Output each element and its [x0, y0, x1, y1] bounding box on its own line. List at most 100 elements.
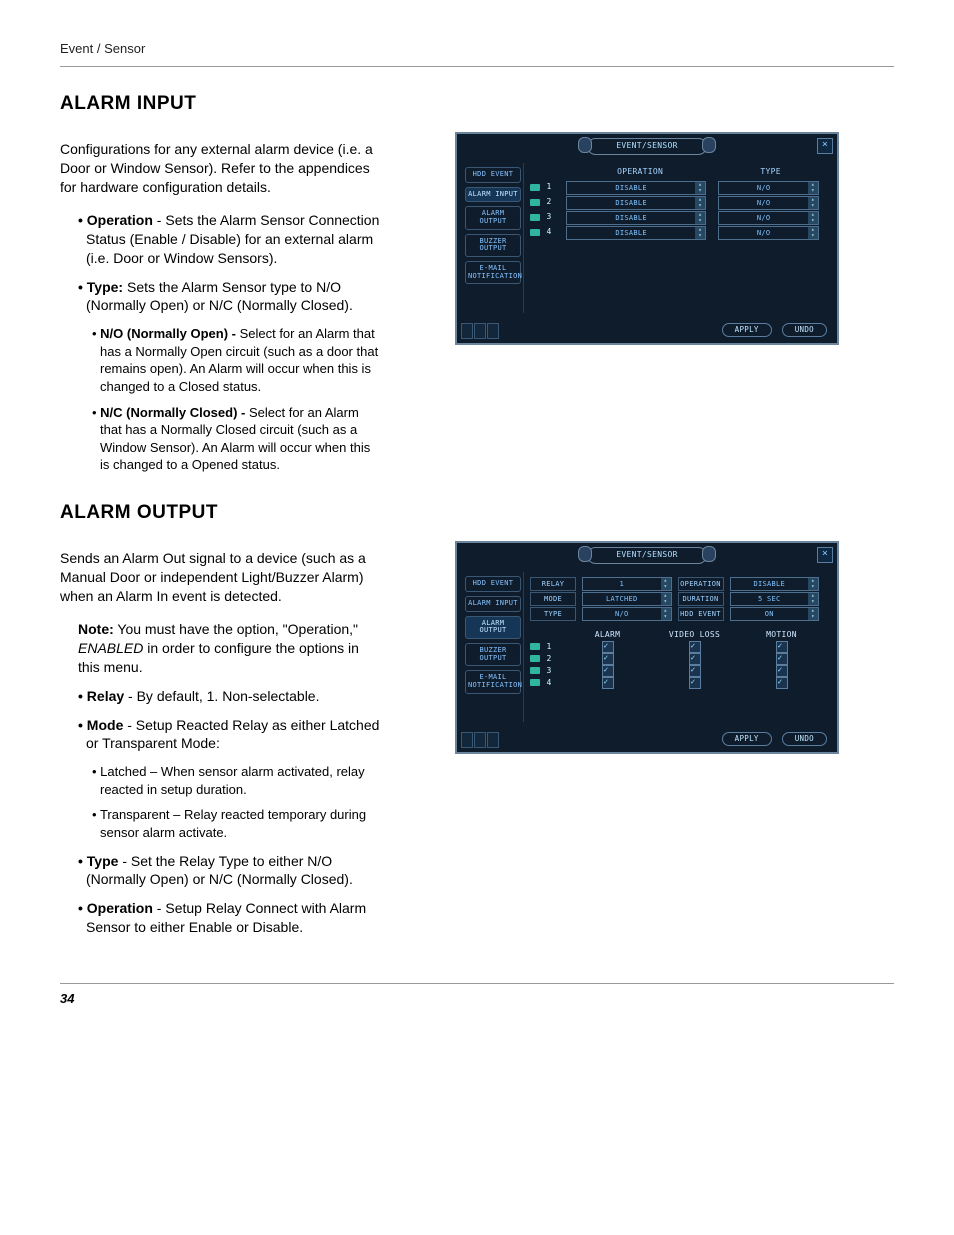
type-select[interactable]: N/O [718, 181, 819, 195]
camera-icon [530, 679, 540, 686]
channel-number: 4 [544, 227, 554, 238]
bullet-no: N/O (Normally Open) - Select for an Alar… [92, 325, 380, 395]
channel-number: 2 [544, 654, 554, 665]
sidebar-item-email-notification[interactable]: E-MAIL NOTIFICATION [465, 670, 521, 693]
duration-label: DURATION [678, 592, 724, 606]
checkbox[interactable] [776, 641, 788, 653]
figure-alarm-input: EVENT/SENSOR × HDD EVENT ALARM INPUT ALA… [455, 132, 839, 345]
operation-select[interactable]: DISABLE [566, 211, 706, 225]
alarm-output-note: Note: You must have the option, "Operati… [60, 620, 380, 677]
camera-icon [530, 184, 540, 191]
close-icon[interactable]: × [817, 547, 833, 563]
grid-header: ALARM [564, 630, 651, 641]
sidebar-item-hdd-event[interactable]: HDD EVENT [465, 167, 521, 183]
grid-row: 4 [530, 677, 825, 689]
operation-label: OPERATION [678, 577, 724, 591]
alarm-input-heading: ALARM INPUT [60, 91, 894, 117]
camera-icon [530, 229, 540, 236]
bullet-mode: Mode - Setup Reacted Relay as either Lat… [78, 716, 380, 754]
grid-header: VIDEO LOSS [651, 630, 738, 641]
camera-icon [530, 667, 540, 674]
sidebar-item-alarm-input[interactable]: ALARM INPUT [465, 187, 521, 203]
alarm-output-intro: Sends an Alarm Out signal to a device (s… [60, 549, 380, 606]
operation-select[interactable]: DISABLE [730, 577, 820, 591]
page-header: Event / Sensor [60, 40, 894, 67]
sidebar-item-email-notification[interactable]: E-MAIL NOTIFICATION [465, 261, 521, 284]
grid-header: MOTION [738, 630, 825, 641]
checkbox[interactable] [689, 677, 701, 689]
alarm-input-row: 2 DISABLE N/O [530, 196, 825, 210]
checkbox[interactable] [689, 641, 701, 653]
page-number: 34 [60, 983, 894, 1008]
camera-icon [530, 214, 540, 221]
bullet-type-out: Type - Set the Relay Type to either N/O … [78, 852, 380, 890]
camera-icon [530, 199, 540, 206]
checkbox[interactable] [776, 653, 788, 665]
panel-title: EVENT/SENSOR [587, 138, 706, 155]
bullet-operation-out: Operation - Setup Relay Connect with Ala… [78, 899, 380, 937]
sidebar-item-buzzer-output[interactable]: BUZZER OUTPUT [465, 643, 521, 666]
type-label: TYPE [530, 607, 576, 621]
apply-button[interactable]: APPLY [722, 732, 772, 746]
grid-row: 3 [530, 665, 825, 677]
col-operation: OPERATION [564, 167, 716, 178]
alarm-input-row: 1 DISABLE N/O [530, 181, 825, 195]
grid-row: 1 [530, 641, 825, 653]
camera-icon [530, 643, 540, 650]
panel-sidebar: HDD EVENT ALARM INPUT ALARM OUTPUT BUZZE… [463, 163, 524, 313]
col-type: TYPE [716, 167, 825, 178]
mode-select[interactable]: LATCHED [582, 592, 672, 606]
channel-number: 4 [544, 678, 554, 689]
sidebar-item-buzzer-output[interactable]: BUZZER OUTPUT [465, 234, 521, 257]
checkbox[interactable] [776, 677, 788, 689]
checkbox[interactable] [602, 677, 614, 689]
sidebar-item-alarm-output[interactable]: ALARM OUTPUT [465, 616, 521, 639]
figure-alarm-output: EVENT/SENSOR × HDD EVENT ALARM INPUT ALA… [455, 541, 839, 754]
operation-select[interactable]: DISABLE [566, 181, 706, 195]
bullet-mode-transparent: Transparent – Relay reacted temporary du… [92, 806, 380, 841]
relay-label: RELAY [530, 577, 576, 591]
alarm-input-row: 4 DISABLE N/O [530, 226, 825, 240]
channel-number: 1 [544, 642, 554, 653]
checkbox[interactable] [602, 665, 614, 677]
bullet-nc: N/C (Normally Closed) - Select for an Al… [92, 404, 380, 474]
hdd-event-select[interactable]: ON [730, 607, 820, 621]
alarm-output-heading: ALARM OUTPUT [60, 500, 894, 526]
alarm-input-intro: Configurations for any external alarm de… [60, 140, 380, 197]
checkbox[interactable] [689, 653, 701, 665]
type-select[interactable]: N/O [718, 196, 819, 210]
checkbox[interactable] [602, 653, 614, 665]
duration-select[interactable]: 5 SEC [730, 592, 820, 606]
sidebar-item-hdd-event[interactable]: HDD EVENT [465, 576, 521, 592]
apply-button[interactable]: APPLY [722, 323, 772, 337]
sidebar-item-alarm-output[interactable]: ALARM OUTPUT [465, 206, 521, 229]
camera-icon [530, 655, 540, 662]
checkbox[interactable] [602, 641, 614, 653]
panel-sidebar: HDD EVENT ALARM INPUT ALARM OUTPUT BUZZE… [463, 572, 524, 722]
relay-select[interactable]: 1 [582, 577, 672, 591]
alarm-input-row: 3 DISABLE N/O [530, 211, 825, 225]
bullet-relay: Relay - By default, 1. Non-selectable. [78, 687, 380, 706]
undo-button[interactable]: UNDO [782, 732, 827, 746]
channel-number: 3 [544, 212, 554, 223]
hdd-event-label: HDD EVENT [678, 607, 724, 621]
checkbox[interactable] [776, 665, 788, 677]
undo-button[interactable]: UNDO [782, 323, 827, 337]
grid-row: 2 [530, 653, 825, 665]
operation-select[interactable]: DISABLE [566, 196, 706, 210]
close-icon[interactable]: × [817, 138, 833, 154]
bullet-type: Type: Sets the Alarm Sensor type to N/O … [78, 278, 380, 316]
mode-label: MODE [530, 592, 576, 606]
panel-title: EVENT/SENSOR [587, 547, 706, 564]
channel-number: 3 [544, 666, 554, 677]
type-select[interactable]: N/O [718, 211, 819, 225]
sidebar-item-alarm-input[interactable]: ALARM INPUT [465, 596, 521, 612]
bullet-operation: Operation - Sets the Alarm Sensor Connec… [78, 211, 380, 268]
operation-select[interactable]: DISABLE [566, 226, 706, 240]
type-select[interactable]: N/O [582, 607, 672, 621]
bullet-mode-latched: Latched – When sensor alarm activated, r… [92, 763, 380, 798]
channel-number: 1 [544, 182, 554, 193]
type-select[interactable]: N/O [718, 226, 819, 240]
channel-number: 2 [544, 197, 554, 208]
checkbox[interactable] [689, 665, 701, 677]
